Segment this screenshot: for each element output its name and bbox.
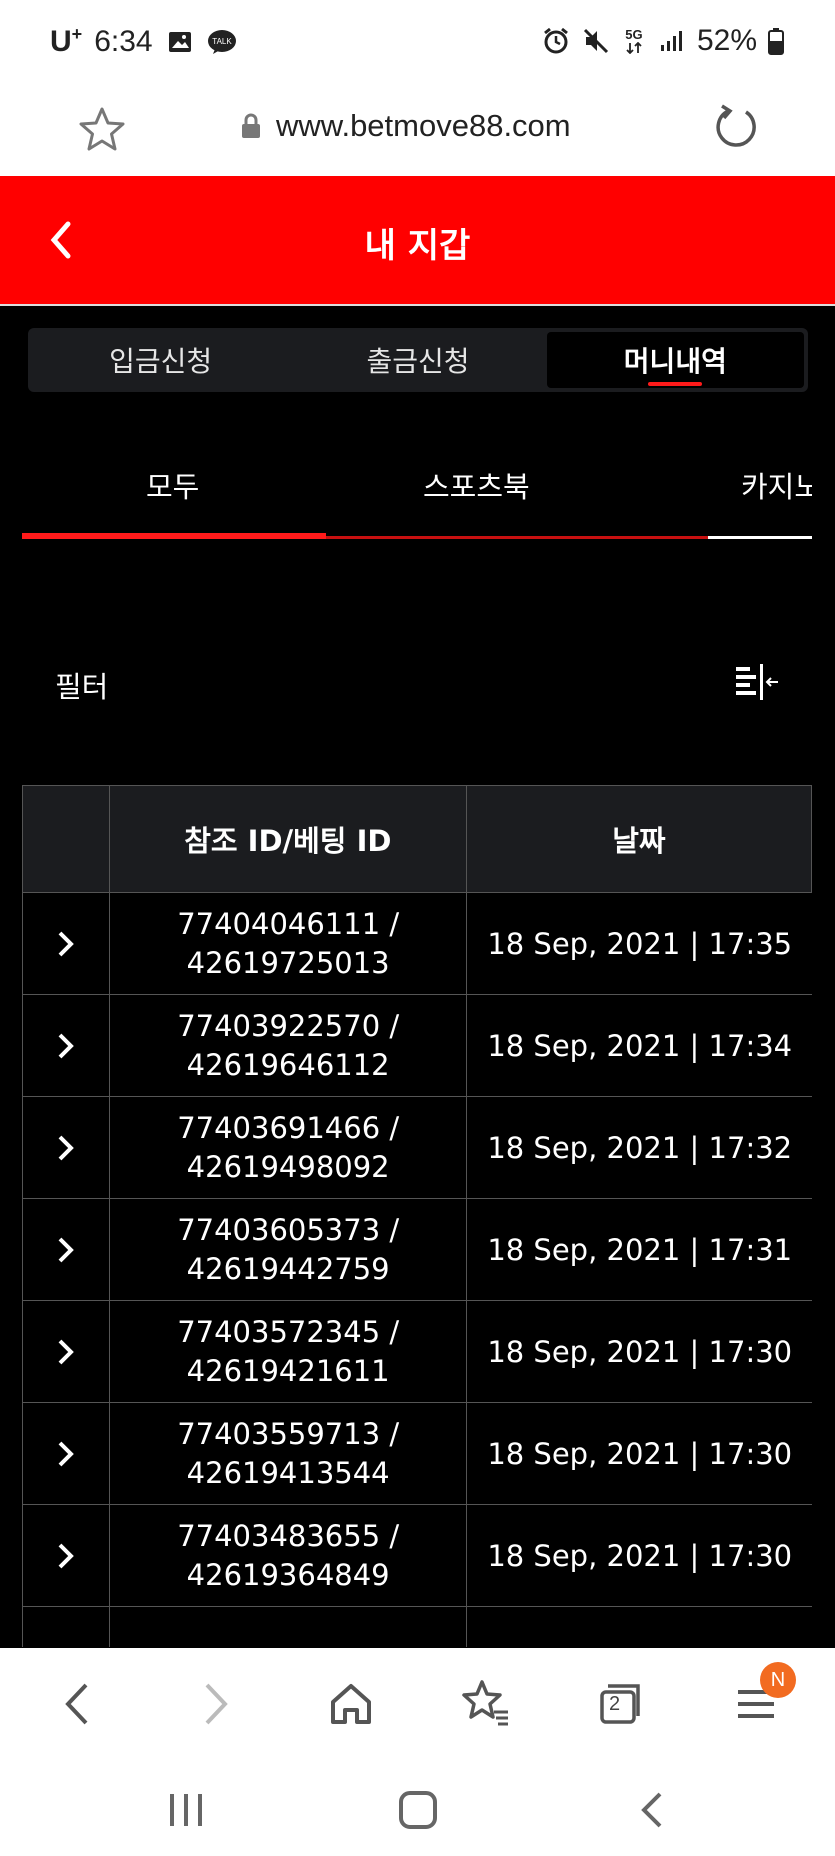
tabs-icon[interactable]: 2 — [592, 1676, 648, 1732]
carrier-label: U+ — [50, 24, 83, 58]
subtab-track-red — [326, 536, 708, 539]
row-date: 18 Sep, 2021 | 17:30 — [487, 1538, 793, 1573]
tab-sportsbook[interactable]: 스포츠북 — [423, 464, 530, 506]
row-date: 18 Sep, 2021 | 17:31 — [487, 1232, 793, 1267]
header-divider — [0, 304, 835, 306]
ref-id: 77403572345 / — [177, 1314, 400, 1349]
bookmarks-icon[interactable] — [458, 1676, 514, 1732]
chevron-right-icon[interactable] — [55, 1031, 77, 1061]
alarm-icon — [541, 26, 571, 56]
ref-id: 77403922570 / — [177, 1008, 400, 1043]
table-row[interactable]: 77403483655 / 42619364849 18 Sep, 2021 | … — [22, 1505, 812, 1607]
row-date: 18 Sep, 2021 | 17:32 — [487, 1130, 793, 1165]
bet-id: 42619421611 — [186, 1353, 390, 1388]
browser-back-icon[interactable] — [50, 1676, 106, 1732]
table-row[interactable]: 77403605373 / 42619442759 18 Sep, 2021 | … — [22, 1199, 812, 1301]
chevron-right-icon[interactable] — [55, 1133, 77, 1163]
table-row[interactable]: 77403691466 / 42619498092 18 Sep, 2021 | … — [22, 1097, 812, 1199]
filter-icon[interactable] — [734, 662, 780, 704]
clock: 6:34 — [94, 24, 153, 58]
reload-icon[interactable] — [712, 102, 760, 154]
tab-casino[interactable]: 카지노 — [741, 464, 812, 506]
url-text: www.betmove88.com — [276, 108, 571, 143]
ref-id: 77404046111 / — [177, 906, 400, 941]
tab-deposit-request[interactable]: 입금신청 — [32, 332, 289, 388]
tab-count: 2 — [609, 1693, 621, 1715]
recent-apps-icon[interactable] — [164, 1788, 208, 1832]
header-expand-column — [23, 786, 110, 892]
chevron-right-icon[interactable] — [55, 1541, 77, 1571]
url-field[interactable]: www.betmove88.com — [240, 108, 571, 144]
active-tab-indicator — [648, 382, 703, 386]
wallet-tab-bar: 입금신청 출금신청 머니내역 — [28, 328, 808, 392]
row-date: 18 Sep, 2021 | 17:35 — [487, 926, 793, 961]
talk-icon: TALK — [207, 27, 237, 57]
row-date: 18 Sep, 2021 | 17:30 — [487, 1436, 793, 1471]
network-5g-icon: 5G — [621, 26, 647, 56]
chevron-right-icon[interactable] — [55, 1337, 77, 1367]
chevron-right-icon[interactable] — [55, 1439, 77, 1469]
header-date: 날짜 — [612, 824, 666, 858]
ref-id: 77403483655 / — [177, 1518, 400, 1553]
bet-id: 42619413544 — [186, 1455, 390, 1490]
header-ref-bet-id: 참조 ID/베팅 ID — [110, 786, 467, 892]
page-title: 내 지갑 — [364, 226, 471, 266]
subtab-track — [708, 536, 812, 539]
bookmark-star-icon[interactable] — [76, 104, 128, 156]
table-header: 참조 ID/베팅 ID 날짜 — [22, 785, 812, 893]
chevron-right-icon[interactable] — [55, 929, 77, 959]
bet-id: 42619646112 — [186, 1047, 390, 1082]
filter-label: 필터 — [55, 670, 109, 704]
lock-icon — [242, 113, 260, 138]
browser-forward-icon[interactable] — [187, 1676, 243, 1732]
table-row[interactable]: 77403559713 / 42619413544 18 Sep, 2021 | … — [22, 1403, 812, 1505]
mute-icon — [581, 26, 611, 56]
browser-address-bar: www.betmove88.com — [0, 88, 835, 176]
browser-toolbar: 2 N — [0, 1648, 835, 1758]
status-bar: U+ 6:34 TALK 5G 52% — [0, 0, 835, 88]
home-icon[interactable] — [323, 1676, 379, 1732]
chevron-right-icon[interactable] — [55, 1235, 77, 1265]
tab-withdraw-request[interactable]: 출금신청 — [289, 332, 546, 388]
row-date: 18 Sep, 2021 | 17:34 — [487, 1028, 793, 1063]
gallery-icon — [165, 27, 195, 57]
tab-all[interactable]: 모두 — [146, 464, 199, 506]
system-navigation-bar — [0, 1758, 835, 1856]
menu-icon[interactable]: N — [728, 1662, 796, 1732]
system-back-icon[interactable] — [630, 1788, 674, 1832]
ref-id: 77403559713 / — [177, 1416, 400, 1451]
table-row[interactable]: 77403572345 / 42619421611 18 Sep, 2021 | … — [22, 1301, 812, 1403]
money-history-table: 참조 ID/베팅 ID 날짜 77404046111 / 42619725013 … — [22, 785, 812, 1647]
svg-text:TALK: TALK — [212, 37, 232, 46]
signal-icon — [657, 26, 687, 56]
table-row-partial — [22, 1607, 812, 1647]
bet-id: 42619442759 — [186, 1251, 390, 1286]
battery-icon — [767, 26, 785, 56]
row-date: 18 Sep, 2021 | 17:30 — [487, 1334, 793, 1369]
home-button-icon[interactable] — [396, 1788, 440, 1832]
bet-id: 42619725013 — [186, 945, 390, 980]
bet-id: 42619364849 — [186, 1557, 390, 1592]
table-row[interactable]: 77403922570 / 42619646112 18 Sep, 2021 | … — [22, 995, 812, 1097]
battery-percent: 52% — [696, 24, 757, 57]
ref-id: 77403605373 / — [177, 1212, 400, 1247]
ref-id: 77403691466 / — [177, 1110, 400, 1145]
bet-id: 42619498092 — [186, 1149, 390, 1184]
category-tab-bar: 모두 스포츠북 카지노 — [22, 440, 812, 540]
notification-badge: N — [760, 1662, 796, 1698]
table-row[interactable]: 77404046111 / 42619725013 18 Sep, 2021 | … — [22, 893, 812, 995]
tab-money-history[interactable]: 머니내역 — [546, 332, 804, 388]
page-header: 내 지갑 — [0, 176, 835, 304]
active-subtab-indicator — [22, 533, 326, 539]
